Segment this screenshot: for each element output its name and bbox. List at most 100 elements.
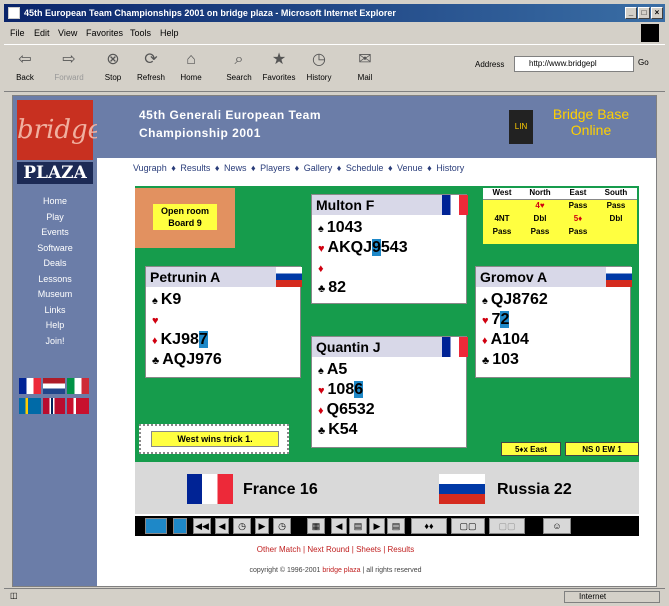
go-button[interactable]: Go (638, 58, 649, 67)
nav-vugraph[interactable]: Vugraph (133, 163, 167, 173)
sidebar-item-software[interactable]: Software (13, 241, 97, 257)
bidding-box: West North East South 4♥ Pass Pass 4NT D… (483, 188, 637, 244)
club-icon: ♣ (482, 355, 490, 367)
sidebar-item-lessons[interactable]: Lessons (13, 272, 97, 288)
sidebar-item-museum[interactable]: Museum (13, 287, 97, 303)
search-button[interactable]: ⌕ Search (222, 49, 256, 82)
home-icon: ⌂ (186, 51, 196, 68)
south-hand: Quantin J ♠ A5 ♥ 1086 ♦ Q6532 ♣ K54 (311, 336, 468, 448)
nav-gallery[interactable]: Gallery (304, 163, 333, 173)
plaza-logo[interactable]: PLAZA (17, 162, 93, 184)
nav-news[interactable]: News (224, 163, 247, 173)
page-icon: ◫ (10, 591, 18, 600)
clock-forward-icon[interactable]: ◷ (273, 518, 291, 534)
room-label: Open room Board 9 (153, 204, 217, 230)
bbo-link[interactable]: Bridge Base Online (541, 106, 641, 138)
sidebar-item-help[interactable]: Help (13, 318, 97, 334)
french-flag-icon[interactable] (19, 378, 41, 394)
refresh-icon: ⟳ (144, 51, 158, 68)
team-scores: France 16 Russia 22 (135, 462, 639, 514)
address-label: Address (475, 60, 505, 69)
sidebar-item-deals[interactable]: Deals (13, 256, 97, 272)
nav-venue[interactable]: Venue (397, 163, 423, 173)
bbo-logo-icon[interactable]: LIN (509, 110, 533, 144)
history-button[interactable]: ◷ History (302, 49, 336, 82)
dutch-flag-icon[interactable] (43, 378, 65, 394)
room-indicator: Open room Board 9 (135, 188, 235, 248)
swedish-flag-icon[interactable] (19, 398, 41, 414)
clock-back-icon[interactable]: ◷ (233, 518, 251, 534)
layout-icon[interactable] (145, 518, 167, 534)
heart-icon: ♥ (152, 315, 159, 327)
next-board-icon[interactable]: ▶ (369, 518, 385, 534)
nav-players[interactable]: Players (260, 163, 290, 173)
zone-indicator: Internet (564, 591, 660, 603)
menu-bar: File Edit View Favorites Tools Help (4, 24, 665, 42)
bridge-table: Open room Board 9 West North East South … (135, 186, 639, 462)
italian-flag-icon[interactable] (67, 378, 89, 394)
stop-button[interactable]: ⊗ Stop (96, 49, 130, 82)
west-hand: Petrunin A ♠ K9 ♥ ♦ KJ987 ♣ AQJ976 (145, 266, 302, 378)
menu-view[interactable]: View (58, 28, 77, 38)
russian-flag-icon (439, 474, 485, 504)
prev-icon[interactable]: ◀ (215, 518, 229, 534)
stop-icon: ⊗ (106, 51, 120, 68)
diamond-icon: ♦ (482, 335, 488, 347)
refresh-button[interactable]: ⟳ Refresh (134, 49, 168, 82)
diamond-holding: ♦ Q6532 (318, 401, 375, 418)
browser-window: 45th European Team Championships 2001 on… (0, 0, 669, 606)
bid-cell: Pass (606, 201, 626, 210)
menu-favorites[interactable]: Favorites (86, 28, 123, 38)
home-button[interactable]: ⌂ Home (174, 49, 208, 82)
sidebar-item-home[interactable]: Home (13, 194, 97, 210)
brand-link[interactable]: bridge plaza (322, 567, 360, 574)
address-bar[interactable]: http://www.bridgepl (514, 56, 634, 72)
spade-holding: ♠ QJ8762 (482, 291, 548, 308)
speed-icon[interactable]: ♦♦ (411, 518, 447, 534)
panel-icon[interactable] (173, 518, 187, 534)
mail-button[interactable]: ✉ Mail (348, 49, 382, 82)
sidebar-item-play[interactable]: Play (13, 210, 97, 226)
first-trick-button[interactable]: ◀◀ (193, 518, 211, 534)
heart-icon: ♥ (482, 315, 489, 327)
spade-icon: ♠ (318, 223, 324, 235)
norwegian-flag-icon[interactable] (43, 398, 65, 414)
back-button[interactable]: ⇦ Back (8, 49, 42, 82)
menu-tools[interactable]: Tools (130, 28, 151, 38)
sidebar-item-join[interactable]: Join! (13, 334, 97, 350)
table-icon[interactable]: ▤ (387, 518, 405, 534)
grid-icon[interactable]: ▦ (307, 518, 325, 534)
sidebar-nav: Home Play Events Software Deals Lessons … (13, 194, 97, 349)
menu-help[interactable]: Help (160, 28, 179, 38)
next-icon[interactable]: ▶ (255, 518, 269, 534)
menu-edit[interactable]: Edit (34, 28, 50, 38)
maximize-icon[interactable]: □ (638, 7, 650, 19)
danish-flag-icon[interactable] (67, 398, 89, 414)
bridge-logo[interactable]: bridge (17, 100, 103, 160)
spade-holding: ♠ K9 (152, 291, 182, 308)
sidebar: bridge PLAZA Home Play Events Software D… (13, 96, 103, 586)
russian-flag-icon (276, 267, 302, 287)
sidebar-item-events[interactable]: Events (13, 225, 97, 241)
russian-flag-icon (606, 267, 632, 287)
board-icon[interactable]: ▤ (349, 518, 367, 534)
search-icon: ⌕ (234, 51, 244, 68)
close-icon[interactable]: × (651, 7, 663, 19)
prev-board-icon[interactable]: ◀ (331, 518, 347, 534)
title-bar: 45th European Team Championships 2001 on… (4, 4, 665, 22)
footer-links[interactable]: Other Match | Next Round | Sheets | Resu… (13, 545, 656, 554)
spade-icon: ♠ (152, 295, 158, 307)
cards-icon[interactable]: ▢▢ (451, 518, 485, 534)
diamond-icon: ♦ (318, 405, 324, 417)
bid-cell: 4NT (494, 214, 510, 223)
sidebar-item-links[interactable]: Links (13, 303, 97, 319)
menu-file[interactable]: File (10, 28, 25, 38)
minimize-icon[interactable]: _ (625, 7, 637, 19)
forward-button[interactable]: ⇨ Forward (52, 49, 86, 82)
window-title: 45th European Team Championships 2001 on… (24, 8, 396, 18)
nav-history[interactable]: History (436, 163, 464, 173)
favorites-button[interactable]: ★ Favorites (262, 49, 296, 82)
nav-schedule[interactable]: Schedule (346, 163, 384, 173)
smile-icon[interactable]: ☺ (543, 518, 571, 534)
nav-results[interactable]: Results (180, 163, 210, 173)
